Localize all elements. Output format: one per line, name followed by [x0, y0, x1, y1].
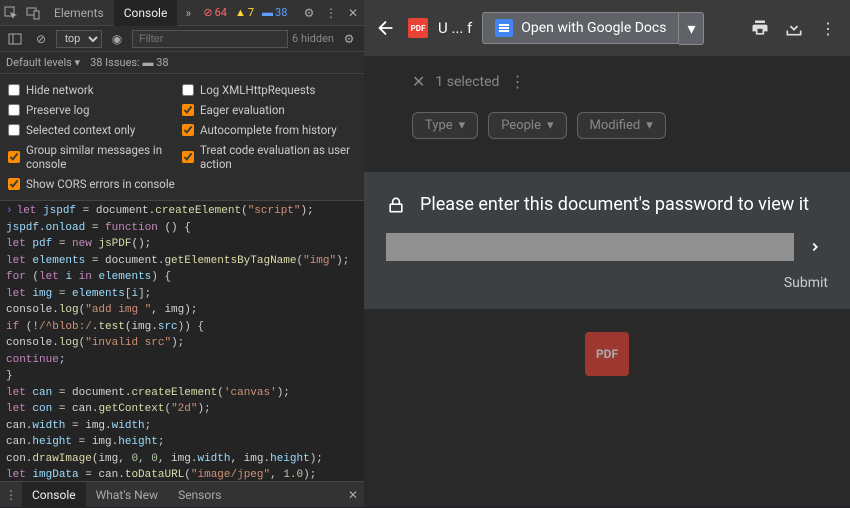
- close-icon[interactable]: ✕: [345, 5, 361, 21]
- chip-people[interactable]: People ▾: [488, 112, 566, 139]
- password-dialog: Please enter this document's password to…: [364, 172, 850, 309]
- eye-icon[interactable]: ◉: [109, 31, 125, 47]
- info-badge[interactable]: ▬ 38: [258, 6, 291, 19]
- gear-icon[interactable]: ⚙: [301, 5, 317, 21]
- open-with-caret[interactable]: ▾: [679, 12, 704, 45]
- check-log-xhr[interactable]: Log XMLHttpRequests: [182, 80, 356, 100]
- viewer-toolbar: PDF U ... f Open with Google Docs ▾ ⋮: [364, 0, 850, 56]
- submit-button[interactable]: Submit: [386, 275, 828, 291]
- lock-icon: [386, 195, 406, 215]
- check-selected-ctx[interactable]: Selected context only: [8, 120, 182, 140]
- download-icon[interactable]: [782, 16, 806, 40]
- pdf-viewer: PDF U ... f Open with Google Docs ▾ ⋮ ✕ …: [364, 0, 850, 507]
- tab-console[interactable]: Console: [114, 0, 178, 26]
- devtools-panel: Elements Console » ⊘ 64 ▲ 7 ▬ 38 ⚙ ⋮ ✕ ⊘…: [0, 0, 364, 507]
- drawer-tab-console[interactable]: Console: [22, 482, 86, 508]
- more-icon[interactable]: ⋮: [816, 16, 840, 40]
- clear-icon[interactable]: ⊘: [33, 31, 49, 47]
- context-select[interactable]: top: [56, 30, 102, 48]
- error-badge[interactable]: ⊘ 64: [199, 6, 231, 19]
- google-docs-icon: [495, 19, 513, 37]
- chip-modified[interactable]: Modified ▾: [577, 112, 666, 139]
- open-with-button[interactable]: Open with Google Docs: [482, 12, 679, 44]
- check-group-similar[interactable]: Group similar messages in console: [8, 140, 182, 174]
- console-output[interactable]: ›let jspdf = document.createElement("scr…: [0, 201, 364, 481]
- selection-kebab-icon[interactable]: ⋮: [509, 72, 525, 91]
- device-icon[interactable]: [25, 5, 41, 21]
- close-selection-icon[interactable]: ✕: [412, 72, 425, 91]
- password-input[interactable]: [386, 233, 794, 261]
- password-prompt-text: Please enter this document's password to…: [420, 194, 809, 215]
- check-eager-eval[interactable]: Eager evaluation: [182, 100, 356, 120]
- drawer-kebab-icon[interactable]: ⋮: [3, 487, 19, 503]
- kebab-icon[interactable]: ⋮: [323, 5, 339, 21]
- check-hide-network[interactable]: Hide network: [8, 80, 182, 100]
- drawer-tab-whatsnew[interactable]: What's New: [86, 482, 168, 508]
- levels-dropdown[interactable]: Default levels ▾: [6, 56, 80, 69]
- inspect-icon[interactable]: [3, 5, 19, 21]
- warn-badge[interactable]: ▲ 7: [231, 6, 258, 19]
- password-go-icon[interactable]: [802, 234, 828, 260]
- issues-bar: Default levels ▾ 38 Issues: ▬ 38: [0, 52, 364, 74]
- chip-row: Type ▾ People ▾ Modified ▾: [412, 112, 666, 139]
- check-preserve-log[interactable]: Preserve log: [8, 100, 182, 120]
- pdf-badge-icon: PDF: [408, 18, 428, 38]
- drawer-tab-sensors[interactable]: Sensors: [168, 482, 231, 508]
- devtools-drawer-tabs: ⋮ Console What's New Sensors ✕: [0, 481, 364, 507]
- issues-label[interactable]: 38 Issues: ▬ 38: [90, 56, 169, 69]
- back-arrow-icon[interactable]: [374, 16, 398, 40]
- drawer-close-icon[interactable]: ✕: [345, 487, 361, 503]
- open-with-group: Open with Google Docs ▾: [482, 12, 704, 45]
- more-tabs-icon[interactable]: »: [180, 5, 196, 21]
- selection-count: 1 selected: [435, 74, 499, 90]
- tab-elements[interactable]: Elements: [44, 0, 114, 26]
- console-gear-icon[interactable]: ⚙: [341, 31, 357, 47]
- filter-chips: ✕ 1 selected ⋮: [412, 72, 525, 91]
- check-show-cors[interactable]: Show CORS errors in console: [8, 174, 182, 194]
- viewer-content: ✕ 1 selected ⋮ Type ▾ People ▾ Modified …: [364, 56, 850, 507]
- check-treat-user[interactable]: Treat code evaluation as user action: [182, 140, 356, 174]
- console-toolbar: ⊘ top ◉ 6 hidden ⚙: [0, 26, 364, 52]
- chip-type[interactable]: Type ▾: [412, 112, 478, 139]
- hidden-count: 6 hidden: [292, 32, 334, 45]
- console-settings: Hide network Preserve log Selected conte…: [0, 74, 364, 201]
- filter-input[interactable]: [132, 30, 288, 48]
- pdf-thumbnail-icon: PDF: [585, 332, 629, 376]
- sidebar-toggle-icon[interactable]: [7, 31, 23, 47]
- check-autocomplete[interactable]: Autocomplete from history: [182, 120, 356, 140]
- devtools-tabbar: Elements Console » ⊘ 64 ▲ 7 ▬ 38 ⚙ ⋮ ✕: [0, 0, 364, 26]
- print-icon[interactable]: [748, 16, 772, 40]
- document-title: U ... f: [438, 19, 472, 37]
